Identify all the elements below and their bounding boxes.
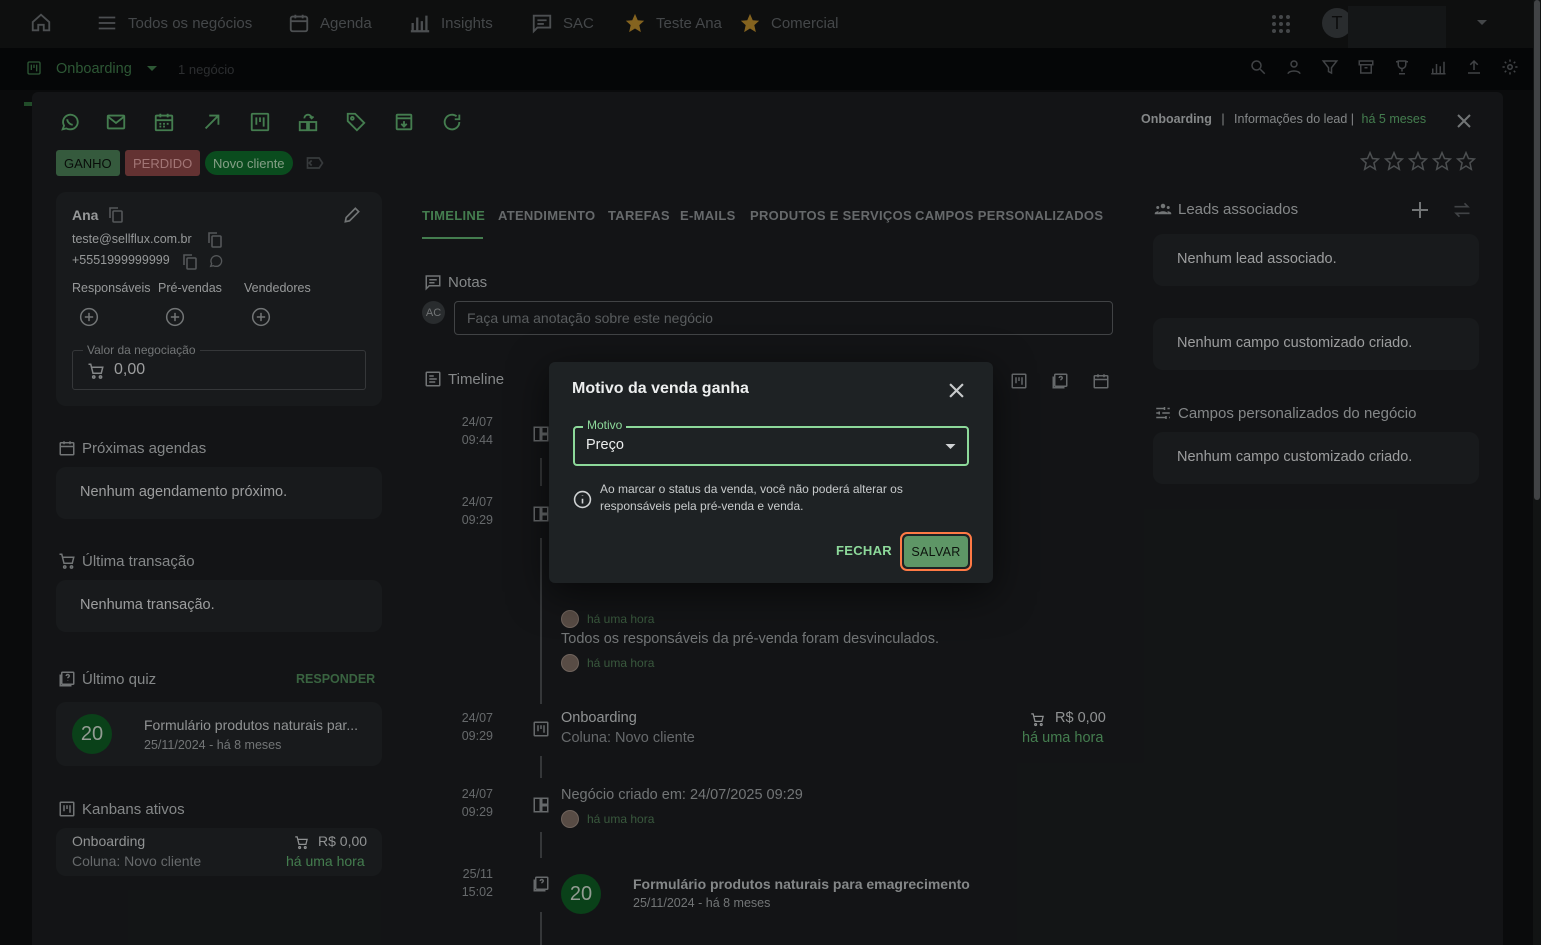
close-icon[interactable] xyxy=(949,383,964,398)
won-reason-dialog: Motivo da venda ganha Preço Motivo Ao ma… xyxy=(549,362,993,583)
dialog-info-text: Ao marcar o status da venda, você não po… xyxy=(600,482,903,513)
reason-select-value: Preço xyxy=(586,437,624,453)
info-icon xyxy=(573,490,592,509)
dialog-title: Motivo da venda ganha xyxy=(572,380,749,397)
chevron-down-icon[interactable] xyxy=(945,444,956,450)
save-button[interactable]: SALVAR xyxy=(904,536,968,567)
reason-select-label: Motivo xyxy=(583,418,627,432)
close-button[interactable]: FECHAR xyxy=(836,543,892,558)
reason-select[interactable]: Preço xyxy=(573,426,969,466)
